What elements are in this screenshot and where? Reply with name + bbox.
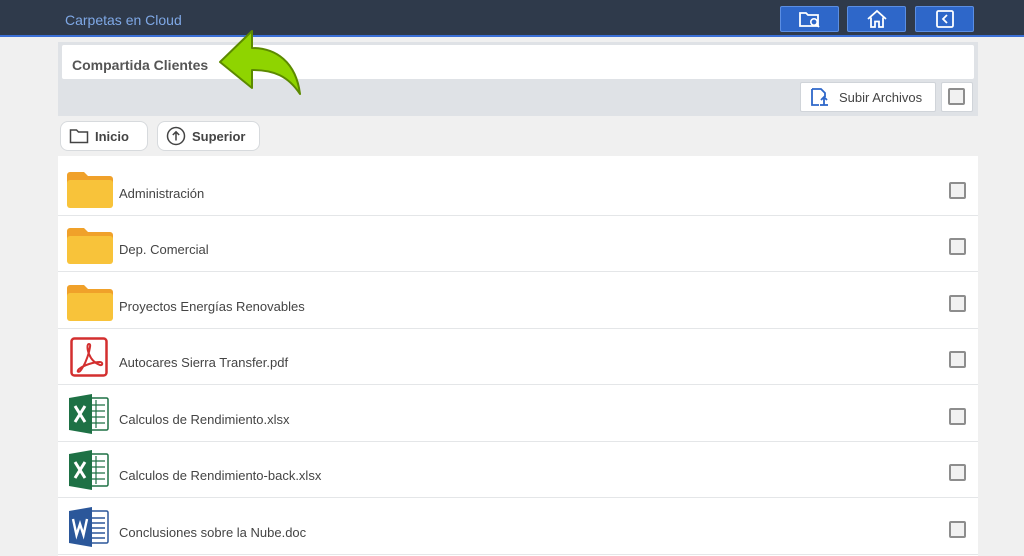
folder-outline-icon: [69, 129, 89, 144]
app-title: Carpetas en Cloud: [65, 12, 182, 28]
select-all-wrapper: [941, 82, 973, 112]
item-checkbox[interactable]: [949, 295, 966, 312]
item-checkbox[interactable]: [949, 351, 966, 368]
upload-files-button[interactable]: Subir Archivos: [800, 82, 936, 112]
folder-search-icon: [798, 12, 820, 28]
file-name: Calculos de Rendimiento-back.xlsx: [119, 468, 322, 483]
word-icon: [69, 507, 109, 547]
select-all-checkbox[interactable]: [948, 88, 965, 105]
item-checkbox[interactable]: [949, 238, 966, 255]
up-nav-label: Superior: [192, 128, 246, 144]
excel-icon: [69, 450, 109, 490]
folder-icon: [67, 228, 113, 264]
item-checkbox[interactable]: [949, 521, 966, 538]
list-item[interactable]: Calculos de Rendimiento-back.xlsx: [58, 442, 978, 498]
arrow-up-circle-icon: [166, 126, 186, 146]
folder-icon: [67, 172, 113, 208]
file-name: Dep. Comercial: [119, 242, 209, 257]
folder-panel: Compartida Clientes Subir Archivos: [58, 42, 978, 116]
current-folder-title: Compartida Clientes: [72, 57, 209, 73]
folder-search-button[interactable]: [780, 6, 839, 32]
file-name: Proyectos Energías Renovables: [119, 299, 305, 314]
folder-icon: [67, 285, 113, 321]
breadcrumb: Compartida Clientes: [62, 45, 974, 79]
annotation-arrow-icon: [219, 30, 301, 95]
file-name: Calculos de Rendimiento.xlsx: [119, 412, 290, 427]
item-checkbox[interactable]: [949, 464, 966, 481]
list-item[interactable]: Autocares Sierra Transfer.pdf: [58, 329, 978, 385]
home-icon: [866, 9, 887, 28]
list-item[interactable]: Proyectos Energías Renovables: [58, 273, 978, 329]
list-item[interactable]: Calculos de Rendimiento.xlsx: [58, 386, 978, 442]
list-item[interactable]: Administración: [58, 160, 978, 216]
home-button[interactable]: [847, 6, 906, 32]
upload-icon: [811, 88, 828, 106]
home-nav-button[interactable]: Inicio: [60, 121, 148, 151]
pdf-icon: [70, 337, 108, 377]
file-name: Administración: [119, 186, 205, 201]
back-button[interactable]: [915, 6, 974, 32]
list-item[interactable]: Conclusiones sobre la Nube.doc: [58, 499, 978, 555]
item-checkbox[interactable]: [949, 408, 966, 425]
top-bar: Carpetas en Cloud: [0, 0, 1024, 37]
upload-files-label: Subir Archivos: [839, 89, 923, 105]
up-nav-button[interactable]: Superior: [157, 121, 260, 151]
file-name: Autocares Sierra Transfer.pdf: [119, 355, 289, 370]
list-item[interactable]: Dep. Comercial: [58, 216, 978, 272]
file-list: Administración Dep. Comercial Proyectos …: [58, 156, 978, 556]
back-icon: [935, 10, 954, 28]
file-name: Conclusiones sobre la Nube.doc: [119, 525, 307, 540]
excel-icon: [69, 394, 109, 434]
item-checkbox[interactable]: [949, 182, 966, 199]
home-nav-label: Inicio: [95, 128, 129, 144]
